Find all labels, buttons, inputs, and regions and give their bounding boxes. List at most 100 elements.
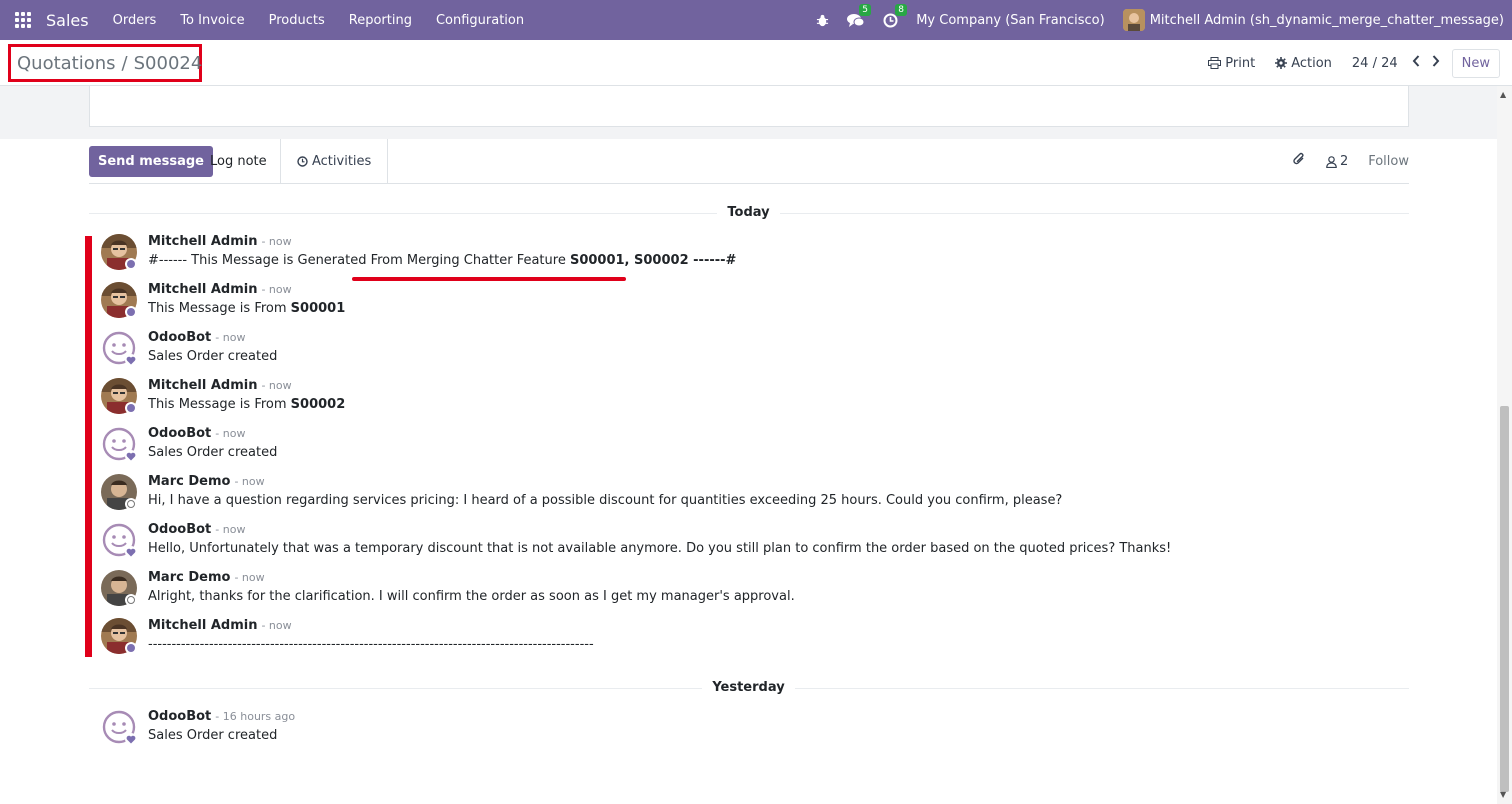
menu-products[interactable]: Products: [269, 13, 325, 28]
message-time: - now: [261, 619, 292, 632]
message-text-end: ------#: [688, 253, 737, 268]
message-header: OdooBot - now: [148, 330, 245, 345]
message-text: This Message is From: [148, 301, 291, 316]
message-header: Mitchell Admin - now: [148, 234, 292, 249]
message-time: - now: [261, 235, 292, 248]
user-avatar[interactable]: [1122, 9, 1145, 31]
top-navbar: Sales Orders To Invoice Products Reporti…: [0, 0, 1512, 40]
activities-label: Activities: [312, 154, 372, 169]
followers-count: 2: [1339, 154, 1349, 169]
message-time: - 16 hours ago: [215, 710, 296, 723]
chatter-toolbar: Send message Log note Activities 2 Follo…: [89, 139, 1409, 184]
message-author[interactable]: OdooBot: [148, 709, 211, 724]
message-header: Marc Demo - now: [148, 570, 265, 585]
activities-button[interactable]: Activities: [280, 139, 389, 184]
bot-heart-icon: [125, 733, 137, 745]
message-body: This Message is From S00001: [148, 301, 345, 316]
presence-status-icon: [125, 498, 137, 510]
message-header: Mitchell Admin - now: [148, 618, 292, 633]
breadcrumb-separator: /: [121, 52, 128, 74]
activities-clock-icon[interactable]: 8: [883, 3, 907, 28]
messages-icon[interactable]: 5: [847, 3, 871, 28]
presence-status-icon: [125, 594, 137, 606]
debug-bug-icon[interactable]: [816, 14, 829, 27]
message-header: Marc Demo - now: [148, 474, 265, 489]
log-note-button[interactable]: Log note: [210, 154, 267, 169]
message-body: Sales Order created: [148, 445, 277, 460]
pager-value[interactable]: 24 / 24: [1352, 56, 1398, 71]
gear-icon: [1275, 57, 1288, 69]
message-ref: S00002: [290, 397, 346, 412]
message-body: Hi, I have a question regarding services…: [148, 493, 1062, 508]
print-button[interactable]: Print: [1208, 56, 1255, 71]
pager-next-icon[interactable]: [1432, 55, 1440, 71]
clock-icon: [297, 156, 308, 167]
message-text: Sales Order created: [148, 728, 278, 743]
menu-orders[interactable]: Orders: [113, 13, 157, 28]
action-label: Action: [1291, 55, 1332, 71]
message-author[interactable]: Marc Demo: [148, 570, 230, 585]
pager-previous-icon[interactable]: [1412, 55, 1420, 71]
bot-heart-icon: [125, 546, 137, 558]
message-author[interactable]: Marc Demo: [148, 474, 230, 489]
send-message-button[interactable]: Send message: [89, 146, 213, 177]
message-body: This Message is From S00002: [148, 397, 345, 412]
bot-heart-icon: [125, 450, 137, 462]
activities-badge: 8: [895, 3, 907, 16]
menu-to-invoice[interactable]: To Invoice: [180, 13, 244, 28]
highlight-underline: [352, 277, 626, 281]
company-switcher[interactable]: My Company (San Francisco): [916, 13, 1104, 28]
message-author[interactable]: OdooBot: [148, 426, 211, 441]
presence-status-icon: [125, 306, 137, 318]
message-body: Sales Order created: [148, 349, 277, 364]
control-panel: Quotations / S00024 Print Action 24 / 24…: [0, 40, 1512, 86]
breadcrumb-quotations[interactable]: Quotations: [17, 53, 116, 74]
user-icon: [1326, 155, 1337, 168]
bot-heart-icon: [125, 354, 137, 366]
message-author[interactable]: Mitchell Admin: [148, 234, 257, 249]
message-time: - now: [234, 475, 265, 488]
message-body: Alright, thanks for the clarification. I…: [148, 589, 795, 604]
message-body: Hello, Unfortunately that was a temporar…: [148, 541, 1171, 556]
menu-reporting[interactable]: Reporting: [349, 13, 412, 28]
message-text: Sales Order created: [148, 349, 278, 364]
message-text: Alright, thanks for the clarification. I…: [148, 589, 795, 604]
message-ref: S00001: [290, 301, 346, 316]
message-text: This Message is From: [148, 397, 291, 412]
message-body: ----------------------------------------…: [148, 637, 594, 652]
scrollbar-thumb[interactable]: [1500, 406, 1509, 792]
date-separator-yesterday: Yesterday: [0, 680, 1497, 695]
message-text: #------ This Message is Generated From M…: [148, 253, 570, 268]
message-author[interactable]: Mitchell Admin: [148, 282, 257, 297]
message-body: #------ This Message is Generated From M…: [148, 253, 736, 268]
message-header: OdooBot - 16 hours ago: [148, 709, 295, 724]
menu-configuration[interactable]: Configuration: [436, 13, 524, 28]
messages-badge: 5: [859, 3, 871, 16]
form-sheet-bottom: [89, 86, 1409, 127]
message-time: - now: [215, 523, 246, 536]
message-time: - now: [215, 427, 246, 440]
breadcrumb: Quotations / S00024: [8, 44, 202, 82]
followers-button[interactable]: 2: [1326, 154, 1348, 169]
message-header: OdooBot - now: [148, 426, 245, 441]
message-header: Mitchell Admin - now: [148, 282, 292, 297]
action-button[interactable]: Action: [1275, 56, 1332, 71]
app-name[interactable]: Sales: [46, 11, 89, 30]
message-author[interactable]: Mitchell Admin: [148, 618, 257, 633]
presence-status-icon: [125, 642, 137, 654]
follow-button[interactable]: Follow: [1368, 154, 1409, 169]
scroll-up-icon[interactable]: ▲: [1500, 90, 1506, 99]
scroll-down-icon[interactable]: ▼: [1500, 790, 1506, 799]
app-menu-icon[interactable]: [0, 0, 46, 40]
message-author[interactable]: OdooBot: [148, 522, 211, 537]
message-author[interactable]: OdooBot: [148, 330, 211, 345]
message-header: Mitchell Admin - now: [148, 378, 292, 393]
message-time: - now: [261, 283, 292, 296]
user-menu[interactable]: Mitchell Admin (sh_dynamic_merge_chatter…: [1150, 13, 1504, 28]
message-author[interactable]: Mitchell Admin: [148, 378, 257, 393]
print-label: Print: [1225, 55, 1256, 71]
message-body: Sales Order created: [148, 728, 277, 743]
new-button[interactable]: New: [1451, 48, 1500, 78]
attachment-paperclip-icon[interactable]: [1292, 152, 1306, 171]
highlight-bar: [85, 236, 92, 657]
